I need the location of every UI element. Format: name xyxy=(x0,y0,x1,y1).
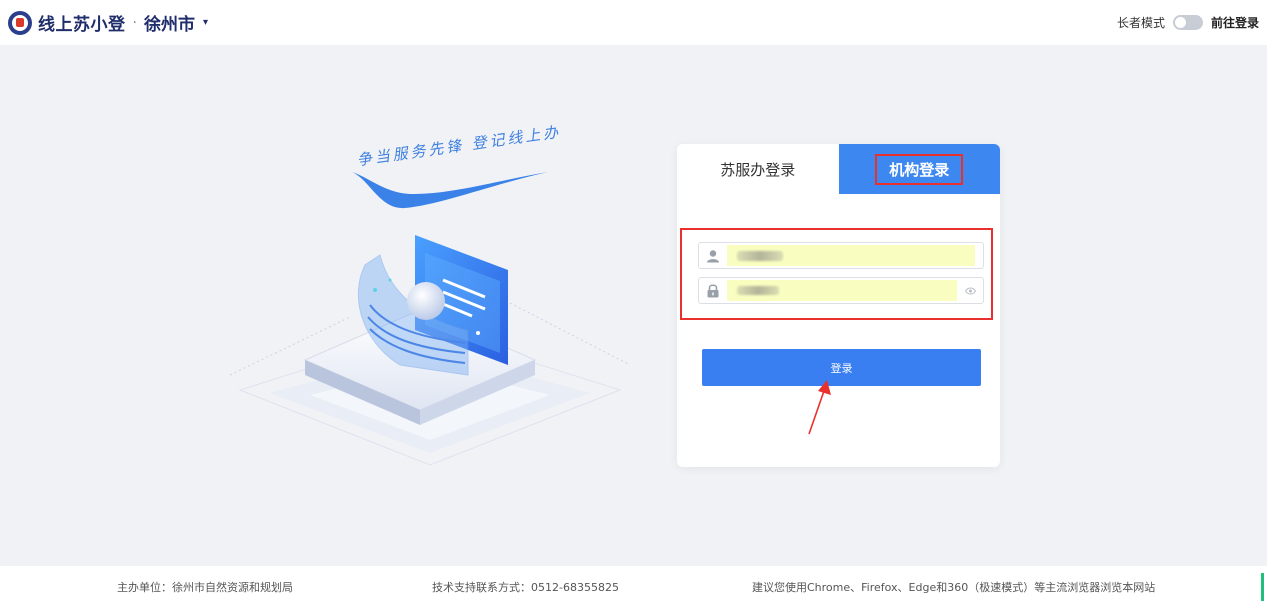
credentials-highlight xyxy=(680,228,993,320)
brand[interactable]: 线上苏小登 · 徐州市 ▾ xyxy=(8,10,208,35)
goto-login-link[interactable]: 前往登录 xyxy=(1211,14,1259,31)
floating-side-tab[interactable] xyxy=(1261,573,1264,601)
tab-org-login-label: 机构登录 xyxy=(875,153,964,185)
elder-mode-toggle[interactable] xyxy=(1172,15,1203,30)
lock-icon xyxy=(699,278,727,303)
page-footer: 主办单位：徐州市自然资源和规划局 技术支持联系方式：0512-68355825 … xyxy=(0,566,1267,605)
footer-browser-tip: 建议您使用Chrome、Firefox、Edge和360（极速模式）等主流浏览器… xyxy=(752,581,1156,594)
footer-sponsor: 主办单位：徐州市自然资源和规划局 xyxy=(117,581,293,594)
tab-org-login[interactable]: 机构登录 xyxy=(838,144,1000,194)
footer-support: 技术支持联系方式：0512-68355825 xyxy=(432,581,619,594)
tab-sfb-login-label: 苏服办登录 xyxy=(720,160,796,179)
masked-password xyxy=(737,286,779,295)
site-logo xyxy=(8,10,32,35)
login-card: 苏服办登录 机构登录 登录 xyxy=(677,144,1000,467)
isometric-illustration xyxy=(229,235,631,466)
city-selector[interactable]: 徐州市 xyxy=(144,10,195,35)
password-field[interactable] xyxy=(698,277,984,304)
tab-sfb-login[interactable]: 苏服办登录 xyxy=(677,144,839,194)
login-button[interactable]: 登录 xyxy=(702,349,981,386)
title-separator: · xyxy=(132,14,137,31)
login-tabs: 苏服办登录 机构登录 xyxy=(677,144,1000,194)
top-header: 线上苏小登 · 徐州市 ▾ 长者模式 前往登录 xyxy=(0,0,1267,45)
elder-mode-label: 长者模式 xyxy=(1116,16,1165,30)
site-title: 线上苏小登 xyxy=(38,15,126,35)
user-icon xyxy=(699,243,727,268)
eye-icon[interactable] xyxy=(961,278,979,303)
header-actions: 长者模式 前往登录 xyxy=(1117,14,1259,31)
chevron-down-icon[interactable]: ▾ xyxy=(203,17,208,28)
annotation-arrow xyxy=(808,380,831,435)
masked-username xyxy=(737,251,783,261)
username-field[interactable] xyxy=(698,242,984,269)
